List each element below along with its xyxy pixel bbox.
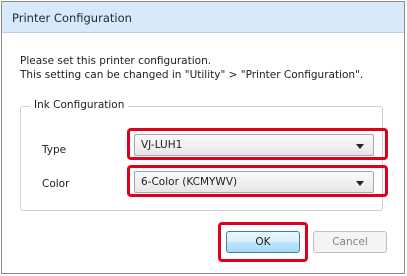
type-label: Type <box>42 144 67 156</box>
type-select[interactable]: VJ-LUH1 <box>134 134 374 156</box>
dialog-title: Printer Configuration <box>12 11 132 25</box>
ink-configuration-label: Ink Configuration <box>30 99 129 111</box>
color-label: Color <box>42 178 70 190</box>
color-select-value: 6-Color (KCMYWV) <box>141 176 238 188</box>
chevron-down-icon <box>356 181 364 186</box>
message-line-1: Please set this printer configuration. <box>20 55 212 67</box>
title-bar: Printer Configuration <box>2 2 404 33</box>
color-select[interactable]: 6-Color (KCMYWV) <box>134 171 374 193</box>
type-select-value: VJ-LUH1 <box>141 139 183 151</box>
cancel-button[interactable]: Cancel <box>313 231 387 253</box>
ok-button[interactable]: OK <box>226 231 300 253</box>
message-line-2: This setting can be changed in "Utility"… <box>20 69 364 81</box>
chevron-down-icon <box>356 144 364 149</box>
